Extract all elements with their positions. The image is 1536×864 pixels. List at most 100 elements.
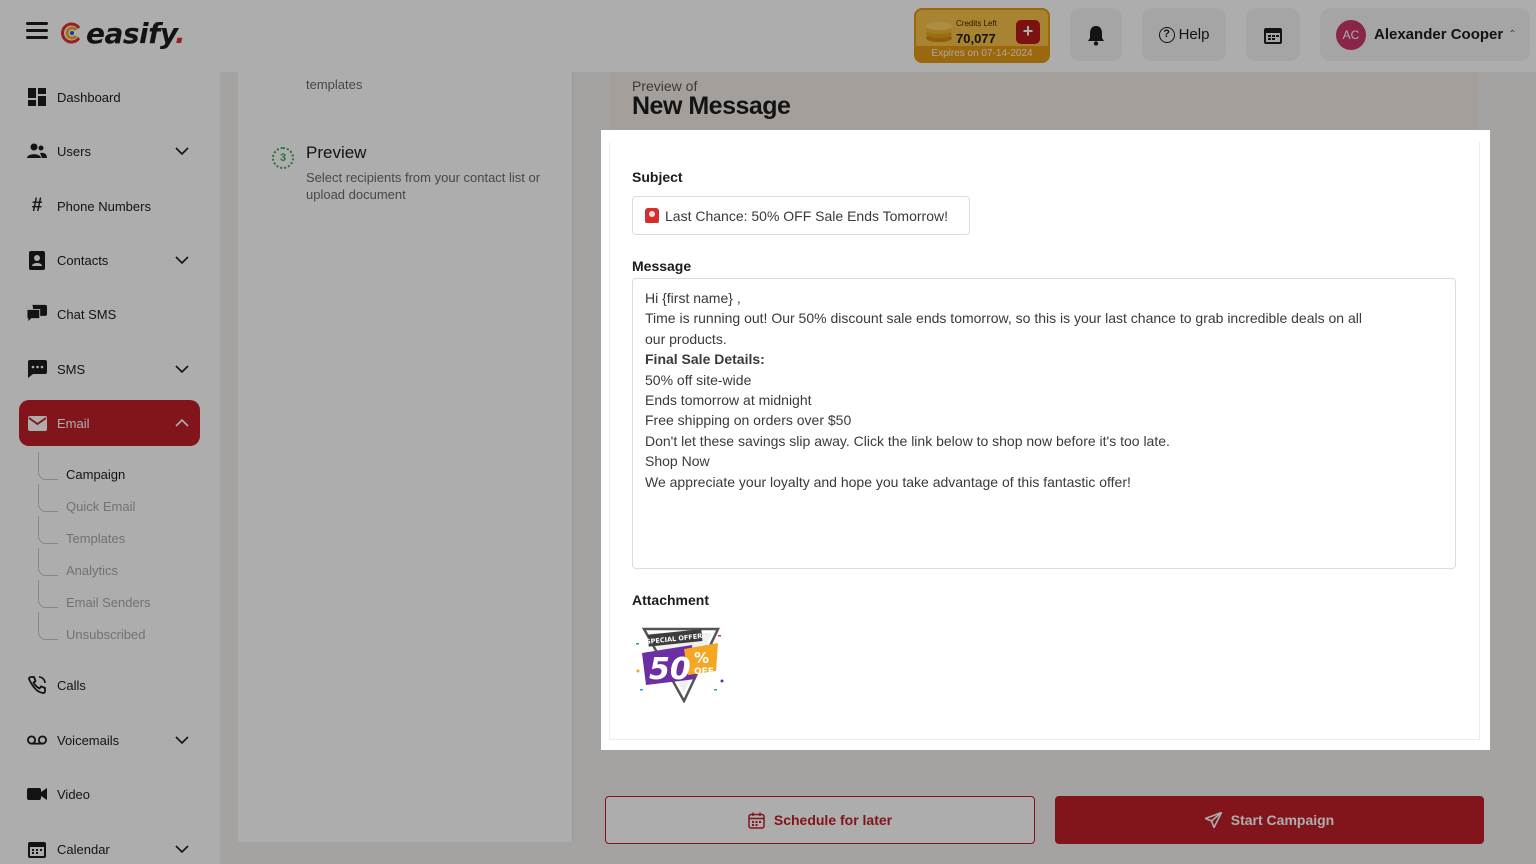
tree-line bbox=[38, 484, 58, 512]
tree-line bbox=[38, 580, 58, 608]
subject-label: Subject bbox=[632, 169, 683, 185]
sidebar-item-label: Chat SMS bbox=[57, 306, 117, 322]
sidebar-item-label: Contacts bbox=[57, 252, 109, 268]
attachment-big-text: 50 bbox=[649, 652, 691, 687]
attachment-percent-text: % bbox=[694, 649, 709, 667]
sms-icon bbox=[27, 359, 47, 379]
message-line: Free shipping on orders over $50 bbox=[645, 412, 852, 429]
question-icon: ? bbox=[1158, 26, 1175, 43]
message-label: Message bbox=[632, 258, 692, 274]
credits-expiry: Expires on 07-14-2024 bbox=[916, 46, 1048, 61]
dashboard-icon bbox=[27, 87, 47, 107]
logo-text: easify. bbox=[86, 16, 186, 50]
chevron-updown-icon: ⌃ bbox=[1508, 29, 1517, 40]
sidebar-item-sms[interactable]: SMS bbox=[19, 346, 200, 392]
credits-widget[interactable]: Credits Left 70,077 + Expires on 07-14-2… bbox=[914, 8, 1050, 63]
sidebar-subitem-quick-email[interactable]: Quick Email bbox=[66, 499, 135, 514]
message-line-heading: Final Sale Details: bbox=[645, 351, 765, 368]
sidebar-item-chat-sms[interactable]: Chat SMS bbox=[19, 291, 200, 337]
coins-icon bbox=[926, 22, 952, 42]
sidebar-item-label: Phone Numbers bbox=[57, 198, 151, 214]
chevron-down-icon bbox=[175, 365, 189, 374]
sidebar-item-voicemails[interactable]: Voicemails bbox=[19, 717, 200, 763]
sidebar-subitem-templates[interactable]: Templates bbox=[66, 531, 125, 546]
siren-icon bbox=[645, 208, 659, 223]
start-campaign-button[interactable]: Start Campaign bbox=[1055, 796, 1484, 844]
voicemail-icon bbox=[27, 730, 47, 750]
top-bar: easify. Credits Left 70,077 + Expires on… bbox=[0, 0, 1536, 72]
sidebar-item-label: Calendar bbox=[57, 841, 110, 857]
start-label: Start Campaign bbox=[1230, 812, 1335, 828]
sidebar-item-label: Email bbox=[57, 415, 90, 431]
menu-icon[interactable] bbox=[26, 22, 48, 40]
sidebar-item-calendar[interactable]: Calendar bbox=[19, 826, 200, 864]
attachment-label: Attachment bbox=[632, 592, 710, 608]
steps-panel: templates 3 Preview Select recipients fr… bbox=[238, 72, 573, 842]
contacts-icon bbox=[27, 250, 47, 270]
tree-line bbox=[38, 612, 58, 640]
user-name: Alexander Cooper bbox=[1374, 26, 1504, 43]
step-description: Select recipients from your contact list… bbox=[306, 170, 541, 202]
sidebar-item-email[interactable]: Email bbox=[19, 400, 200, 446]
attachment-thumbnail[interactable]: SPECIAL OFFER 50 % OFF bbox=[634, 623, 728, 703]
chevron-down-icon bbox=[175, 736, 189, 745]
step-number-badge: 3 bbox=[272, 147, 294, 169]
sidebar-item-label: Video bbox=[57, 786, 91, 802]
phone-icon bbox=[27, 675, 47, 695]
logo-icon bbox=[61, 22, 81, 44]
message-line: We appreciate your loyalty and hope you … bbox=[645, 473, 1131, 490]
previous-step-description: templates bbox=[306, 77, 363, 92]
logo[interactable]: easify. bbox=[60, 13, 186, 53]
calendar-icon bbox=[748, 812, 765, 829]
add-credits-button[interactable]: + bbox=[1016, 20, 1040, 44]
users-icon bbox=[27, 141, 47, 161]
notifications-button[interactable] bbox=[1070, 8, 1122, 61]
calendar-icon bbox=[1264, 27, 1282, 44]
sidebar-item-label: SMS bbox=[57, 361, 86, 377]
video-icon bbox=[27, 784, 47, 804]
chevron-down-icon bbox=[175, 147, 189, 156]
help-button[interactable]: ? Help bbox=[1142, 8, 1226, 61]
chevron-down-icon bbox=[175, 845, 189, 854]
calendar-button[interactable] bbox=[1246, 8, 1300, 61]
step-title[interactable]: Preview bbox=[306, 143, 366, 163]
message-line: 50% off site-wide bbox=[645, 371, 752, 388]
chevron-up-icon bbox=[175, 418, 189, 427]
tree-line bbox=[38, 548, 58, 576]
sidebar-subitem-email-senders[interactable]: Email Senders bbox=[66, 595, 151, 610]
sidebar-subitem-campaign[interactable]: Campaign bbox=[66, 467, 125, 482]
sidebar-item-phone-numbers[interactable]: # Phone Numbers bbox=[19, 183, 200, 229]
sidebar-item-label: Calls bbox=[57, 677, 86, 693]
schedule-label: Schedule for later bbox=[773, 812, 893, 828]
message-line: Ends tomorrow at midnight bbox=[645, 392, 812, 409]
sidebar-item-contacts[interactable]: Contacts bbox=[19, 237, 200, 283]
message-body: Hi {first name} , Time is running out! O… bbox=[632, 278, 1456, 569]
subject-field: Last Chance: 50% OFF Sale Ends Tomorrow! bbox=[632, 196, 970, 235]
message-line: Hi {first name} , bbox=[645, 290, 741, 306]
credits-value: 70,077 bbox=[956, 31, 996, 46]
shop-now-link[interactable]: Shop Now bbox=[645, 451, 1443, 471]
send-icon bbox=[1204, 812, 1222, 828]
tree-line bbox=[38, 516, 58, 544]
sidebar-item-label: Voicemails bbox=[57, 732, 120, 748]
schedule-for-later-button[interactable]: Schedule for later bbox=[605, 796, 1035, 844]
sidebar-item-calls[interactable]: Calls bbox=[19, 662, 200, 708]
sidebar-item-users[interactable]: Users bbox=[19, 128, 200, 174]
attachment-off-text: OFF bbox=[694, 667, 714, 677]
tree-line bbox=[38, 452, 58, 480]
hash-icon: # bbox=[31, 195, 43, 216]
message-line: our products. bbox=[645, 330, 727, 347]
sidebar-item-label: Users bbox=[57, 143, 91, 159]
message-line: Time is running out! Our 50% discount sa… bbox=[645, 310, 1362, 327]
credits-label: Credits Left bbox=[956, 19, 997, 28]
sidebar-subitem-analytics[interactable]: Analytics bbox=[66, 563, 118, 578]
chevron-down-icon bbox=[175, 256, 189, 265]
message-line: Don't let these savings slip away. Click… bbox=[645, 432, 1170, 449]
sidebar-item-video[interactable]: Video bbox=[19, 771, 200, 817]
sidebar-subitem-unsubscribed[interactable]: Unsubscribed bbox=[66, 627, 146, 642]
sidebar-item-label: Dashboard bbox=[57, 89, 121, 105]
sidebar-item-dashboard[interactable]: Dashboard bbox=[19, 74, 200, 120]
mail-icon bbox=[27, 413, 47, 433]
user-menu[interactable]: AC Alexander Cooper ⌃ bbox=[1320, 8, 1530, 61]
bell-icon bbox=[1088, 25, 1104, 46]
